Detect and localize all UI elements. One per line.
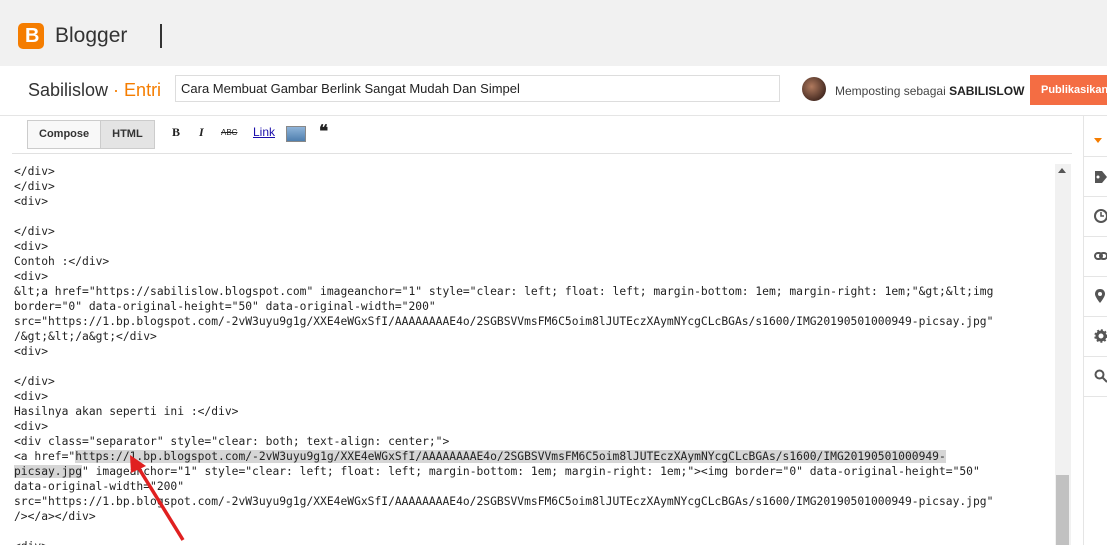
gear-icon bbox=[1094, 329, 1107, 343]
editor-line: </div> bbox=[14, 225, 55, 238]
clock-icon bbox=[1094, 209, 1107, 223]
hl-rest: " imageanchor="1" style="clear: left; fl… bbox=[82, 465, 980, 478]
editor-line: &lt;a href="https://sabilislow.blogspot.… bbox=[14, 285, 994, 298]
post-header: Sabilislow · Entri Memposting sebagai SA… bbox=[0, 66, 1107, 116]
selected-url-part2: picsay.jpg bbox=[14, 465, 83, 478]
blogger-logo-icon[interactable]: B bbox=[18, 23, 44, 49]
settings-rail bbox=[1083, 116, 1107, 545]
search-icon bbox=[1094, 369, 1107, 383]
compose-button[interactable]: Compose bbox=[28, 121, 101, 148]
editor-line: <div> bbox=[14, 420, 49, 433]
editor-line: <div class="separator" style="clear: bot… bbox=[14, 435, 450, 448]
rail-search-description[interactable] bbox=[1084, 356, 1107, 397]
mode-toggle: Compose HTML bbox=[27, 120, 155, 149]
scrollbar-thumb[interactable] bbox=[1056, 475, 1069, 545]
bold-button[interactable]: B bbox=[172, 125, 180, 140]
editor-line: <div> bbox=[14, 390, 49, 403]
selected-url-part1: https://1.bp.blogspot.com/-2vW3uyu9g1g/X… bbox=[75, 450, 946, 463]
editor-line: </div> bbox=[14, 375, 55, 388]
quote-icon[interactable]: ❝ bbox=[319, 122, 328, 142]
editor-line: <div> bbox=[14, 270, 49, 283]
posting-as-prefix: Memposting sebagai bbox=[835, 84, 950, 98]
html-editor[interactable]: </div> </div> <div> </div> <div> Contoh :</di… bbox=[13, 164, 1053, 545]
editor-line-highlighted: picsay.jpg" imageanchor="1" style="clear… bbox=[14, 464, 980, 479]
editor-line: Hasilnya akan seperti ini :</div> bbox=[14, 405, 239, 418]
editor-line: src="https://1.bp.blogspot.com/-2vW3uyu9… bbox=[14, 315, 994, 328]
blog-title: Sabilislow · Entri bbox=[28, 80, 161, 101]
editor-line: Contoh :</div> bbox=[14, 255, 110, 268]
editor-line: src="https://1.bp.blogspot.com/-2vW3uyu9… bbox=[14, 495, 994, 508]
rail-settings-toggle[interactable] bbox=[1084, 116, 1107, 157]
html-button[interactable]: HTML bbox=[100, 121, 154, 148]
caret-icon[interactable] bbox=[1094, 138, 1102, 143]
title-separator: · bbox=[108, 80, 125, 100]
link-icon bbox=[1094, 252, 1107, 260]
link-button[interactable]: Link bbox=[253, 125, 275, 139]
post-title-input[interactable] bbox=[175, 75, 780, 102]
scroll-up-icon[interactable] bbox=[1058, 168, 1066, 173]
location-icon bbox=[1095, 289, 1105, 303]
divider bbox=[160, 24, 162, 48]
editor-line: </div> bbox=[14, 165, 55, 178]
rail-labels[interactable] bbox=[1084, 156, 1107, 197]
posting-as-user: SABILISLOW bbox=[949, 84, 1025, 98]
publish-button[interactable]: Publikasikan bbox=[1030, 75, 1107, 105]
rail-schedule[interactable] bbox=[1084, 196, 1107, 237]
italic-button[interactable]: I bbox=[199, 125, 204, 140]
editor-line: /&gt;&lt;/a&gt;</div> bbox=[14, 330, 157, 343]
top-bar: B Blogger bbox=[0, 0, 1107, 66]
editor-line: <div> bbox=[14, 195, 49, 208]
label-icon bbox=[1095, 171, 1107, 183]
editor-toolbar: Compose HTML B I ABC Link ❝ bbox=[0, 116, 1083, 153]
insert-image-icon[interactable] bbox=[286, 126, 306, 142]
brand-name[interactable]: Blogger bbox=[55, 24, 127, 48]
blog-name[interactable]: Sabilislow bbox=[28, 80, 108, 100]
editor-border bbox=[12, 153, 1072, 154]
posting-as: Memposting sebagai SABILISLOW bbox=[835, 84, 1024, 98]
rail-permalink[interactable] bbox=[1084, 236, 1107, 277]
editor-line: <div> bbox=[14, 539, 48, 545]
rail-location[interactable] bbox=[1084, 276, 1107, 317]
entry-label: Entri bbox=[124, 80, 162, 100]
strikethrough-button[interactable]: ABC bbox=[221, 128, 237, 137]
avatar[interactable] bbox=[802, 77, 826, 101]
editor-line-highlighted: <a href="https://1.bp.blogspot.com/-2vW3… bbox=[14, 449, 946, 464]
editor-line: border="0" data-original-height="50" dat… bbox=[14, 300, 436, 313]
editor-line: /></a></div> bbox=[14, 510, 96, 523]
editor-line: <div> bbox=[14, 240, 49, 253]
hl-prefix: <a href=" bbox=[14, 450, 76, 463]
editor-line: </div> bbox=[14, 180, 55, 193]
rail-options[interactable] bbox=[1084, 316, 1107, 357]
editor-line: <div> bbox=[14, 345, 49, 358]
editor-line: data-original-width="200" bbox=[14, 480, 185, 493]
